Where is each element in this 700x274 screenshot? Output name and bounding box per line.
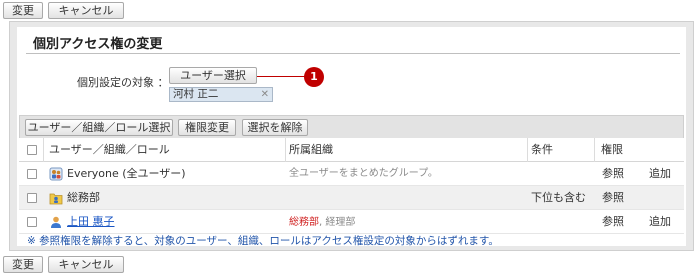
column-header-org: 所属組織 <box>289 143 333 156</box>
table-row: Everyone (全ユーザー) 全ユーザーをまとめたグループ。 参照 追加 <box>19 162 684 186</box>
column-header-condition: 条件 <box>531 143 553 156</box>
selected-target-name: 河村 正二 <box>173 88 219 100</box>
panel-content: 個別アクセス権の変更 個別設定の対象 ： ユーザー選択 1 河村 正二 ✕ ユー… <box>17 27 686 247</box>
row-checkbox[interactable] <box>27 193 37 203</box>
permission-add: 追加 <box>649 215 671 228</box>
table-header: ユーザー／組織／ロール 所属組織 条件 権限 <box>19 138 684 162</box>
permission-change-button[interactable]: 権限変更 <box>178 119 236 136</box>
member-name: 総務部 <box>67 191 100 204</box>
row-checkbox[interactable] <box>27 169 37 179</box>
permission-view: 参照 <box>602 167 624 180</box>
permission-note: ※ 参照権限を解除すると、対象のユーザー、組織、ロールはアクセス権設定の対象から… <box>27 235 499 247</box>
member-name-link[interactable]: 上田 惠子 <box>67 210 115 234</box>
callout-badge: 1 <box>304 67 324 87</box>
target-label: 個別設定の対象 ： <box>77 76 169 89</box>
select-members-button[interactable]: ユーザー／組織／ロール選択 <box>25 119 173 136</box>
callout-connector <box>257 76 305 77</box>
member-name: Everyone (全ユーザー) <box>67 167 186 180</box>
title-divider <box>26 53 680 54</box>
member-org: 総務部, 経理部 <box>289 210 355 234</box>
table-row: 総務部 下位も含む 参照 <box>19 186 684 210</box>
permission-view: 参照 <box>602 191 624 204</box>
select-all-checkbox[interactable] <box>27 145 37 155</box>
permission-view: 参照 <box>602 215 624 228</box>
access-rights-panel: 個別アクセス権の変更 個別設定の対象 ： ユーザー選択 1 河村 正二 ✕ ユー… <box>9 21 694 251</box>
table-row: 上田 惠子 総務部, 経理部 参照 追加 <box>19 210 684 234</box>
column-header-member: ユーザー／組織／ロール <box>49 143 170 156</box>
row-checkbox[interactable] <box>27 217 37 227</box>
deselect-button[interactable]: 選択を解除 <box>242 119 308 136</box>
selected-target-chip: 河村 正二 ✕ <box>169 87 273 102</box>
table-toolbar: ユーザー／組織／ロール選択 権限変更 選択を解除 <box>19 115 684 139</box>
change-button-top[interactable]: 変更 <box>3 2 43 19</box>
cancel-button-bottom[interactable]: キャンセル <box>48 256 124 273</box>
member-org: 全ユーザーをまとめたグループ。 <box>289 168 438 179</box>
user-select-button[interactable]: ユーザー選択 <box>169 67 257 84</box>
everyone-group-icon <box>49 167 63 181</box>
column-header-permission: 権限 <box>601 143 623 156</box>
permission-add: 追加 <box>649 167 671 180</box>
panel-title: 個別アクセス権の変更 <box>33 37 163 52</box>
secondary-org: , 経理部 <box>319 217 356 228</box>
primary-org: 総務部 <box>289 217 319 228</box>
organization-icon <box>49 191 63 205</box>
change-button-bottom[interactable]: 変更 <box>3 256 43 273</box>
remove-icon[interactable]: ✕ <box>261 88 269 101</box>
cancel-button-top[interactable]: キャンセル <box>48 2 124 19</box>
user-icon <box>49 215 63 229</box>
member-condition: 下位も含む <box>531 191 586 204</box>
